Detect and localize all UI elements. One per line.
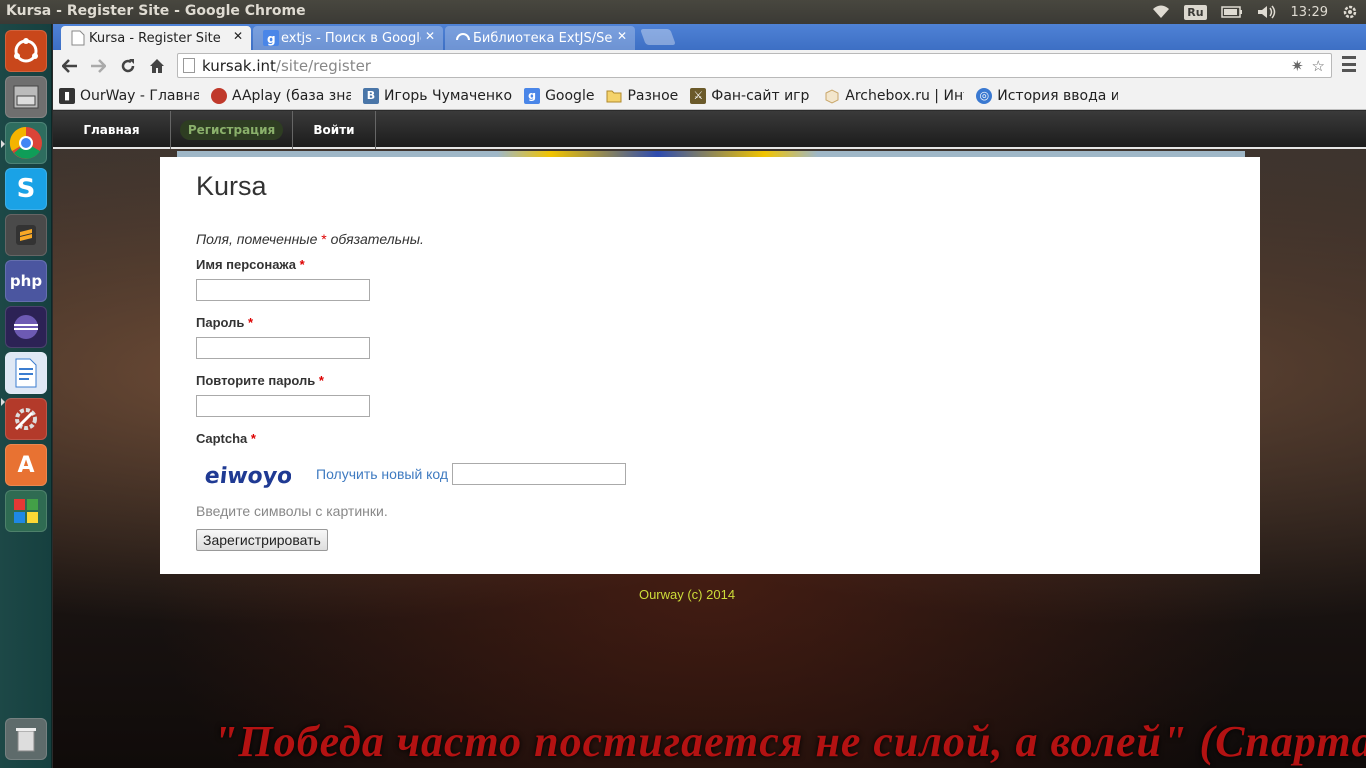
volume-icon[interactable] (1257, 5, 1277, 19)
eclipse-icon[interactable] (5, 306, 47, 348)
libreoffice-writer-icon[interactable] (5, 352, 47, 394)
site-nav: Главная Регистрация Войти (53, 111, 1366, 149)
ourway-icon: ▮ (59, 87, 75, 104)
reload-icon[interactable] (117, 55, 139, 77)
skype-icon[interactable]: S (5, 168, 47, 210)
chrome-menu-icon[interactable] (1342, 56, 1356, 72)
captcha-row: eiwoyo Получить новый код (196, 453, 627, 495)
unity-launcher: S php A (0, 24, 52, 768)
captcha-label: Captcha * (196, 431, 256, 446)
svg-text:g: g (267, 32, 276, 46)
tab-close-icon[interactable]: ✕ (425, 29, 435, 43)
browser-toolbar: kursak.int/site/register ✷ ☆ (53, 50, 1366, 82)
trash-icon[interactable] (5, 718, 47, 760)
bookmark-google[interactable]: g Google (524, 87, 594, 104)
keyboard-layout-indicator[interactable]: Ru (1184, 4, 1207, 20)
bookmark-archebox[interactable]: Archebox.ru | Инте (824, 88, 964, 104)
page-icon (71, 30, 87, 46)
register-form: Поля, помеченные * обязательны. Имя перс… (196, 231, 627, 551)
wifi-icon[interactable] (1152, 5, 1170, 19)
tab-title: Kursa - Register Site (89, 30, 221, 46)
bookmark-fansite[interactable]: ⚔ Фан-сайт игр "Вой (690, 87, 812, 104)
loading-icon (455, 30, 471, 46)
tab-strip: Kursa - Register Site ✕ g extjs - Поиск … (53, 24, 1366, 50)
address-bar-url[interactable]: kursak.int/site/register (202, 57, 371, 75)
phpstorm-icon[interactable]: php (5, 260, 47, 302)
tab-close-icon[interactable]: ✕ (233, 29, 243, 43)
google-icon: g (524, 87, 541, 104)
password-input[interactable] (196, 337, 370, 359)
character-name-input[interactable] (196, 279, 370, 301)
site-footer: Ourway (c) 2014 (638, 587, 736, 602)
password-label: Пароль * (196, 315, 254, 330)
chrome-window: Kursa - Register Site ✕ g extjs - Поиск … (53, 24, 1366, 768)
nav-register[interactable]: Регистрация (171, 111, 293, 149)
aaplay-icon (211, 87, 227, 104)
address-bar[interactable]: kursak.int/site/register ✷ ☆ (177, 53, 1332, 78)
tab-extjs-library[interactable]: Библиотека ExtJS/Se ✕ (445, 26, 635, 50)
repeat-password-input[interactable] (196, 395, 370, 417)
dash-home-icon[interactable] (5, 30, 47, 72)
google-icon: g (263, 30, 279, 46)
captcha-refresh-link[interactable]: Получить новый код (316, 466, 448, 482)
power-gear-icon[interactable] (1342, 4, 1358, 20)
tab-extjs-search[interactable]: g extjs - Поиск в Google ✕ (253, 26, 443, 50)
tab-close-icon[interactable]: ✕ (617, 29, 627, 43)
site-title: Kursa (196, 171, 267, 201)
top-panel: Kursa - Register Site - Google Chrome Ru… (0, 0, 1366, 24)
bookmark-folder-misc[interactable]: Разное (606, 88, 678, 104)
window-title: Kursa - Register Site - Google Chrome (6, 3, 306, 19)
clock[interactable]: 13:29 (1291, 5, 1328, 20)
tab-kursa-register[interactable]: Kursa - Register Site ✕ (61, 26, 251, 50)
main-content: Kursa Поля, помеченные * обязательны. Им… (160, 157, 1260, 574)
bookmark-aaplay[interactable]: AAplay (база знани (211, 87, 351, 104)
box-icon (824, 88, 840, 104)
extension-gear-icon[interactable]: ✷ (1291, 57, 1304, 75)
bookmark-ourway[interactable]: ▮ OurWay - Главная с (59, 87, 199, 104)
bookmark-vk[interactable]: B Игорь Чумаченко (363, 87, 512, 104)
system-tray: Ru 13:29 (1152, 0, 1358, 24)
folder-icon (606, 88, 622, 104)
nav-login[interactable]: Войти (293, 111, 376, 149)
playonlinux-icon[interactable] (5, 490, 47, 532)
software-center-icon[interactable]: A (5, 444, 47, 486)
nav-home[interactable]: Главная (53, 111, 171, 149)
page-viewport: Главная Регистрация Войти Kursa Поля, по… (53, 111, 1366, 768)
captcha-hint: Введите символы с картинки. (196, 503, 388, 519)
tab-title: Библиотека ExtJS/Se (473, 30, 613, 46)
fansite-icon: ⚔ (690, 87, 707, 104)
globe-icon: ◎ (976, 87, 993, 104)
character-name-label: Имя персонажа * (196, 257, 305, 272)
back-icon[interactable] (59, 55, 81, 77)
system-settings-icon[interactable] (5, 398, 47, 440)
required-fields-note: Поля, помеченные * обязательны. (196, 231, 424, 247)
captcha-input[interactable] (452, 463, 627, 485)
tab-title: extjs - Поиск в Google (281, 30, 421, 46)
sublime-text-icon[interactable] (5, 214, 47, 256)
bookmarks-bar: ▮ OurWay - Главная с AAplay (база знани … (53, 82, 1366, 110)
bookmark-history[interactable]: ◎ История ввода и в (976, 87, 1118, 104)
vk-icon: B (363, 87, 379, 104)
svg-text:eiwoyo: eiwoyo (204, 464, 291, 489)
chrome-icon[interactable] (5, 122, 47, 164)
battery-icon[interactable] (1220, 6, 1243, 18)
page-info-icon[interactable] (183, 58, 195, 73)
home-icon[interactable] (146, 55, 168, 77)
forward-icon[interactable] (87, 55, 109, 77)
repeat-password-label: Повторите пароль * (196, 373, 324, 388)
new-tab-button[interactable] (640, 29, 676, 45)
bookmark-star-icon[interactable]: ☆ (1312, 57, 1325, 75)
register-button[interactable]: Зарегистрировать (196, 529, 328, 551)
captcha-image: eiwoyo (196, 453, 296, 495)
files-icon[interactable] (5, 76, 47, 118)
background-quote: "Победа часто постигается не силой, а во… (213, 717, 1366, 766)
